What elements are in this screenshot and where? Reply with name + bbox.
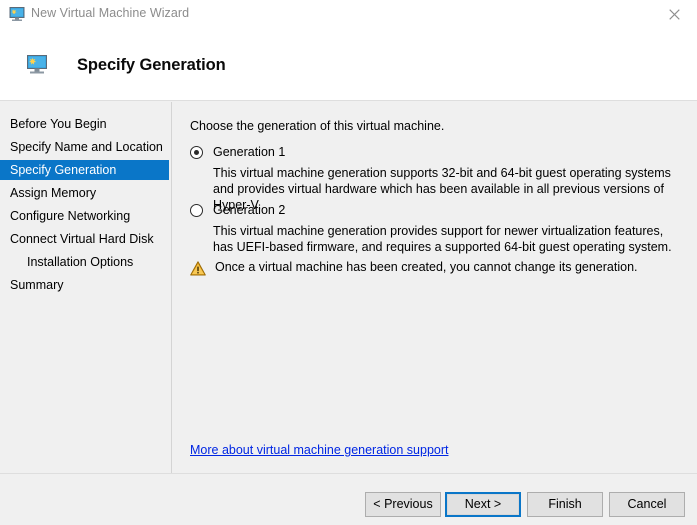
sidebar-item-summary[interactable]: Summary [0,275,169,295]
wizard-steps-sidebar: Before You Begin Specify Name and Locati… [0,102,172,473]
virtual-machine-monitor-icon [26,55,48,75]
generation-2-radio-row[interactable]: Generation 2 [190,201,682,219]
sidebar-item-assign-memory[interactable]: Assign Memory [0,183,169,203]
sidebar-item-connect-virtual-hard-disk[interactable]: Connect Virtual Hard Disk [0,229,169,249]
generation-warning: Once a virtual machine has been created,… [190,260,638,276]
generation-1-label: Generation 1 [213,145,285,159]
wizard-body: Before You Begin Specify Name and Locati… [0,102,697,473]
sidebar-item-installation-options[interactable]: Installation Options [0,252,169,272]
more-about-generation-support-link[interactable]: More about virtual machine generation su… [190,443,448,457]
wizard-footer: < Previous Next > Finish Cancel [0,473,697,525]
cancel-button[interactable]: Cancel [609,492,685,517]
close-icon[interactable] [652,0,697,29]
warning-triangle-icon [190,261,206,276]
virtual-machine-monitor-icon [9,7,25,22]
wizard-content-pane: Choose the generation of this virtual ma… [173,102,697,473]
page-title: Specify Generation [77,56,226,75]
radio-button-generation-1[interactable] [190,146,203,159]
generation-1-radio-row[interactable]: Generation 1 [190,143,682,161]
sidebar-item-configure-networking[interactable]: Configure Networking [0,206,169,226]
finish-button[interactable]: Finish [527,492,603,517]
next-button[interactable]: Next > [445,492,521,517]
previous-button[interactable]: < Previous [365,492,441,517]
intro-text: Choose the generation of this virtual ma… [190,119,444,133]
window-title: New Virtual Machine Wizard [31,6,189,20]
page-header: Specify Generation [0,29,697,101]
title-bar: New Virtual Machine Wizard [0,0,697,29]
generation-2-description: This virtual machine generation provides… [213,223,683,255]
sidebar-item-before-you-begin[interactable]: Before You Begin [0,114,169,134]
generation-2-option[interactable]: Generation 2 This virtual machine genera… [190,201,682,255]
generation-2-label: Generation 2 [213,203,285,217]
new-virtual-machine-wizard-window: New Virtual Machine Wizard Specify Gener… [0,0,697,525]
warning-text: Once a virtual machine has been created,… [215,260,638,275]
sidebar-item-specify-name-and-location[interactable]: Specify Name and Location [0,137,169,157]
sidebar-item-specify-generation[interactable]: Specify Generation [0,160,169,180]
radio-button-generation-2[interactable] [190,204,203,217]
